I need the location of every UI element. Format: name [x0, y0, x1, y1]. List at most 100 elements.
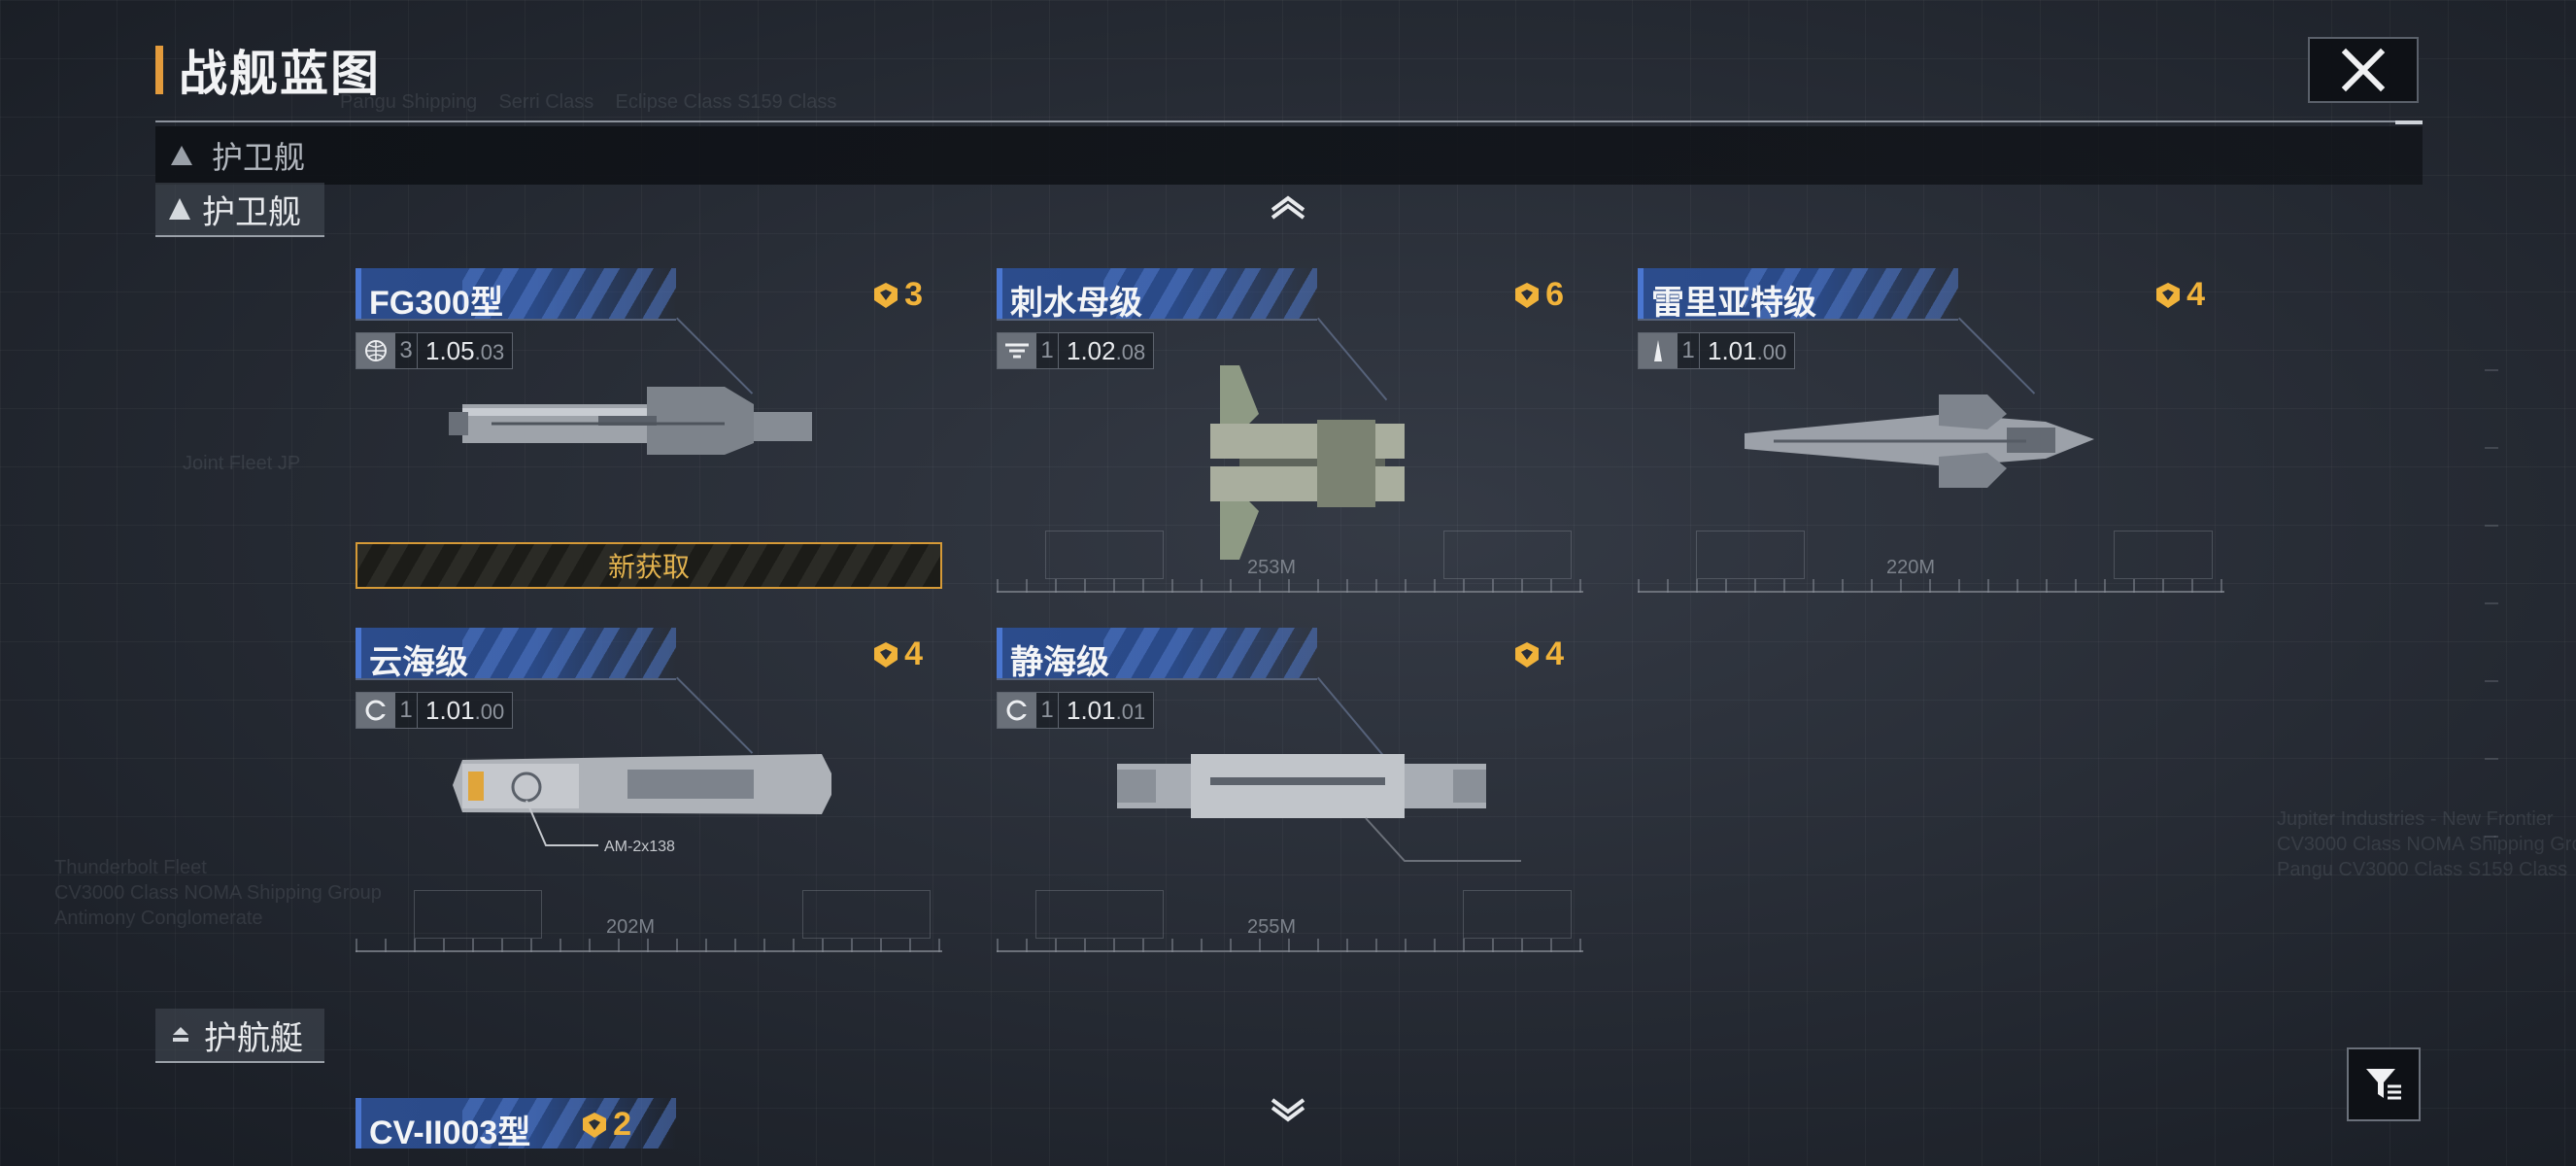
ship-name: CV-II003型	[369, 1115, 531, 1151]
background-text: Joint Fleet JP	[183, 453, 301, 474]
category-filter-dropdown[interactable]: 护卫舰	[155, 126, 2423, 185]
ship-rank: 3	[871, 276, 923, 314]
ship-level: 1	[395, 693, 418, 728]
ship-length: 220M	[1886, 557, 1936, 578]
chevron-up-icon[interactable]	[1269, 190, 1307, 220]
blueprint-sketch	[1035, 890, 1164, 939]
ship-rank-value: 4	[1545, 635, 1564, 672]
blueprint-sketch	[1463, 890, 1572, 939]
frigate-class-icon	[169, 198, 190, 220]
category-tab-label: 护卫舰	[202, 193, 301, 231]
new-acquired-banner: 新获取	[356, 542, 942, 589]
blueprint-scale	[1638, 579, 2224, 593]
category-tab-frigate[interactable]: 护卫舰	[155, 183, 324, 237]
header-divider	[155, 120, 2423, 122]
ship-level: 1	[1678, 333, 1700, 368]
ship-rank-value: 6	[1545, 276, 1564, 313]
ship-name: 静海级	[1010, 644, 1109, 681]
ship-rank-value: 4	[2186, 276, 2205, 313]
filter-button[interactable]	[2347, 1047, 2421, 1121]
card-divider	[1638, 319, 1958, 321]
close-icon	[2341, 48, 2386, 92]
blueprint-sketch	[1696, 531, 1805, 579]
blueprint-scale	[997, 939, 1583, 952]
category-tab-label: 护航艇	[204, 1019, 303, 1057]
ship-rank: 4	[871, 635, 923, 673]
ship-version-main: 1.02	[1067, 336, 1116, 365]
card-divider	[997, 678, 1317, 680]
ship-version-main: 1.05	[425, 336, 475, 365]
rank-emblem-icon	[1515, 641, 1540, 668]
ship-name: FG300型	[369, 285, 503, 322]
ship-card[interactable]: FG300型 3 3 1.05.03 新获取	[356, 268, 942, 593]
ship-card[interactable]: 雷里亚特级 4 1 1.01.00 220M	[1638, 268, 2224, 593]
ship-level: 1	[1036, 693, 1059, 728]
ship-card[interactable]: CV-II003型 2	[356, 1098, 942, 1166]
ship-stats: 3 1.05.03	[356, 332, 514, 369]
ship-stats: 1 1.01.00	[1638, 332, 1796, 369]
weapon-label: AM-2x138	[604, 839, 675, 855]
ship-name: 刺水母级	[1010, 285, 1142, 322]
ship-version-main: 1.01	[1708, 336, 1757, 365]
ship-rank: 2	[580, 1106, 631, 1144]
close-button[interactable]	[2308, 37, 2419, 103]
manufacturer-icon	[998, 693, 1036, 728]
blueprint-sketch	[414, 890, 542, 939]
ship-level: 1	[1036, 333, 1059, 368]
ship-stats: 1 1.01.00	[356, 692, 514, 729]
ship-length: 253M	[1247, 557, 1297, 578]
manufacturer-icon	[356, 693, 395, 728]
ship-version: 1.01.00	[1700, 333, 1794, 368]
ship-card[interactable]: 刺水母级 6 1 1.02.08 253M	[997, 268, 1583, 593]
ship-version: 1.01.01	[1059, 693, 1153, 728]
ship-rank-value: 3	[904, 276, 923, 313]
background-text: Pangu Shipping Serri Class Eclipse Class…	[340, 91, 837, 113]
ship-image	[449, 387, 812, 455]
card-divider	[997, 319, 1317, 321]
ship-card[interactable]: 静海级 4 1 1.01.01 255M	[997, 628, 1583, 952]
ship-rank-value: 2	[613, 1106, 631, 1143]
manufacturer-icon	[1639, 333, 1678, 368]
ship-name: 云海级	[369, 644, 468, 681]
ship-rank: 4	[2153, 276, 2205, 314]
frigate-class-icon	[171, 146, 192, 165]
category-tab-escort[interactable]: 护航艇	[155, 1009, 324, 1063]
manufacturer-icon	[998, 333, 1036, 368]
background-text: Jupiter Industries - New Frontier CV3000…	[2277, 808, 2576, 880]
blueprint-sketch	[2114, 531, 2213, 579]
filter-icon	[2366, 1069, 2401, 1100]
background-ruler	[2459, 369, 2498, 855]
card-divider	[356, 678, 676, 680]
globe-icon	[356, 333, 395, 368]
rank-emblem-icon	[1515, 282, 1540, 308]
chevron-down-icon[interactable]	[1269, 1096, 1307, 1125]
ship-stats: 1 1.01.01	[997, 692, 1155, 729]
header-divider-tick	[2395, 120, 2423, 124]
ship-length: 255M	[1247, 916, 1297, 938]
ship-version-main: 1.01	[425, 696, 475, 725]
ship-stats: 1 1.02.08	[997, 332, 1155, 369]
rank-emblem-icon	[874, 641, 898, 668]
escort-class-icon	[173, 1027, 188, 1042]
blueprint-sketch	[1045, 531, 1164, 579]
category-filter-label: 护卫舰	[212, 140, 306, 175]
ship-rank-value: 4	[904, 635, 923, 672]
ship-version: 1.01.00	[418, 693, 512, 728]
ship-level: 3	[395, 333, 418, 368]
ship-version-main: 1.01	[1067, 696, 1116, 725]
blueprint-sketch	[802, 890, 931, 939]
ship-version: 1.02.08	[1059, 333, 1153, 368]
blueprint-sketch	[1443, 531, 1572, 579]
ship-rank: 6	[1512, 276, 1564, 314]
blueprint-scale	[997, 579, 1583, 593]
ship-card[interactable]: 云海级 4 1 1.01.00 AM-2x138 202M	[356, 628, 942, 952]
background-text: Thunderbolt Fleet CV3000 Class NOMA Ship…	[54, 857, 382, 929]
page-title: 战舰蓝图	[179, 47, 381, 101]
ship-name: 雷里亚特级	[1651, 285, 1816, 322]
ship-rank: 4	[1512, 635, 1564, 673]
card-divider	[356, 319, 676, 321]
ship-length: 202M	[606, 916, 656, 938]
rank-emblem-icon	[583, 1112, 607, 1138]
page-header: 战舰蓝图	[155, 43, 381, 101]
ship-version: 1.05.03	[418, 333, 512, 368]
